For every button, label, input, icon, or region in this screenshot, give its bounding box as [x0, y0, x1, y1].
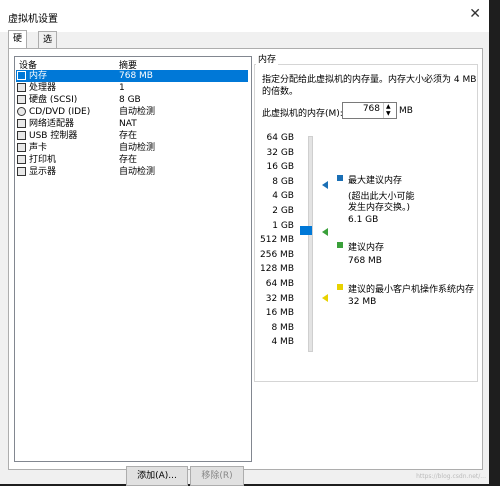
display-icon [17, 167, 26, 176]
cpu-icon [17, 83, 26, 92]
tab-options[interactable]: 选项 [38, 31, 58, 61]
sound-icon [17, 143, 26, 152]
spin-down-icon[interactable]: ▼ [386, 111, 391, 117]
memory-icon [17, 71, 26, 80]
usb-icon [17, 131, 26, 140]
scale-tick-label: 128 MB [260, 264, 294, 275]
min-recommended-legend-icon [337, 284, 343, 290]
device-name: USB 控制器 [29, 131, 78, 141]
device-name: 网络适配器 [29, 119, 75, 129]
scale-tick-label: 16 GB [266, 162, 294, 173]
spinner-arrows[interactable]: ▲ ▼ [383, 103, 396, 118]
recommended-marker-icon [322, 228, 328, 236]
min-recommended-label: 建议的最小客户机操作系统内存 [348, 285, 475, 295]
watermark: https://blog.csdn.net/... [416, 473, 486, 480]
close-icon[interactable]: ✕ [469, 6, 481, 22]
device-summary: 自动检测 [119, 167, 156, 177]
device-name: 处理器 [29, 83, 57, 93]
cd-icon [17, 107, 26, 116]
scale-tick-label: 4 MB [271, 337, 294, 348]
device-row-disk[interactable]: 硬盘 (SCSI) 8 GB [16, 94, 248, 106]
scale-tick-label: 16 MB [265, 308, 294, 319]
device-row-memory[interactable]: 内存 768 MB [16, 70, 248, 82]
device-row-usb[interactable]: USB 控制器 存在 [16, 130, 248, 142]
tab-hardware[interactable]: 硬件 [8, 30, 28, 60]
scale-tick-label: 8 MB [271, 322, 294, 333]
device-name: 声卡 [29, 143, 48, 153]
device-summary: NAT [119, 119, 137, 129]
device-list[interactable]: 设备 摘要 内存 768 MB 处理器 1 硬盘 (SCSI) 8 GB CD/… [14, 56, 252, 462]
device-name: CD/DVD (IDE) [29, 107, 91, 117]
recommended-legend-icon [337, 242, 343, 248]
memory-slider-thumb[interactable] [300, 226, 312, 235]
memory-unit: MB [399, 106, 413, 116]
scale-tick-label: 8 GB [272, 176, 294, 187]
window-title: 虚拟机设置 [8, 14, 58, 25]
recommended-value: 768 MB [348, 256, 382, 266]
device-summary: 自动检测 [119, 107, 156, 117]
memory-value[interactable]: 768 [363, 104, 380, 114]
recommended-label: 建议内存 [348, 243, 385, 253]
scale-tick-label: 32 MB [265, 293, 294, 304]
max-recommended-legend-icon [337, 175, 343, 181]
printer-icon [17, 155, 26, 164]
title-bar: 虚拟机设置 ✕ [0, 0, 489, 32]
device-row-printer[interactable]: 打印机 存在 [16, 154, 248, 166]
device-name: 打印机 [29, 155, 57, 165]
device-summary: 自动检测 [119, 143, 156, 153]
max-recommended-note-2: 发生内存交换。) [348, 203, 411, 213]
scale-tick-label: 32 GB [266, 147, 294, 158]
device-name: 内存 [29, 71, 48, 81]
device-summary: 768 MB [119, 71, 153, 81]
device-summary: 存在 [119, 155, 138, 165]
background-strip [489, 0, 500, 484]
scale-tick-label: 64 MB [265, 279, 294, 289]
scale-tick-label: 1 GB [272, 220, 294, 231]
memory-group-label: 内存 [256, 52, 279, 65]
device-row-cd[interactable]: CD/DVD (IDE) 自动检测 [16, 106, 248, 118]
scale-tick-label: 4 GB [272, 191, 294, 202]
max-recommended-label: 最大建议内存 [348, 176, 403, 186]
min-recommended-marker-icon [322, 294, 328, 302]
disk-icon [17, 95, 26, 104]
device-summary: 存在 [119, 131, 138, 141]
max-recommended-value: 6.1 GB [348, 215, 379, 225]
device-row-display[interactable]: 显示器 自动检测 [16, 166, 248, 178]
add-button[interactable]: 添加(A)... [126, 466, 188, 486]
scale-tick-label: 256 MB [260, 249, 294, 260]
vm-settings-dialog: 虚拟机设置 ✕ 硬件 选项 设备 摘要 内存 768 MB 处理器 1 硬盘 (… [0, 0, 489, 486]
max-recommended-marker-icon [322, 181, 328, 189]
memory-description-2: 的倍数。 [262, 87, 299, 97]
scale-tick-label: 64 GB [266, 133, 294, 143]
scale-tick-label: 2 GB [272, 206, 294, 216]
memory-spinner[interactable]: 768 ▲ ▼ [342, 102, 397, 119]
min-recommended-value: 32 MB [348, 297, 377, 307]
memory-field-label: 此虚拟机的内存(M): [262, 109, 343, 119]
network-icon [17, 119, 26, 128]
device-name: 显示器 [29, 167, 57, 177]
device-name: 硬盘 (SCSI) [29, 95, 78, 105]
device-summary: 1 [119, 83, 125, 93]
scale-tick-label: 512 MB [260, 235, 294, 246]
memory-slider-track[interactable] [308, 136, 313, 352]
device-row-network[interactable]: 网络适配器 NAT [16, 118, 248, 130]
device-row-cpu[interactable]: 处理器 1 [16, 82, 248, 94]
device-row-sound[interactable]: 声卡 自动检测 [16, 142, 248, 154]
device-summary: 8 GB [119, 95, 141, 105]
remove-button[interactable]: 移除(R) [190, 466, 244, 486]
